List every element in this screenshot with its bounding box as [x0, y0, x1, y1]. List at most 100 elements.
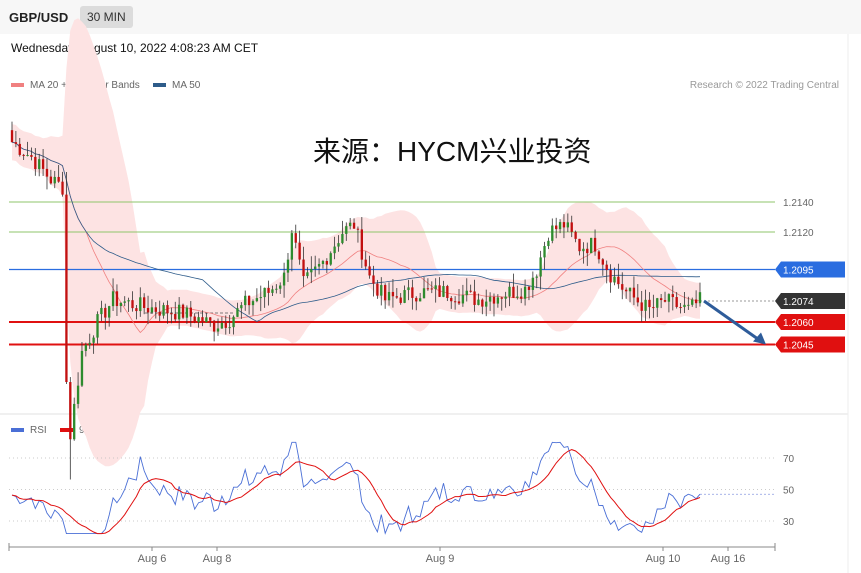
candle-body	[430, 288, 433, 290]
x-tick-label-0: Aug 6	[138, 553, 167, 565]
candle-body	[193, 316, 196, 323]
candle-body	[341, 233, 344, 244]
candle-body	[259, 297, 262, 299]
candle	[212, 319, 216, 342]
candle-body	[57, 176, 60, 182]
candle-body	[407, 287, 410, 291]
candle-body	[115, 291, 119, 307]
candle-body	[488, 296, 492, 302]
candle-body	[69, 382, 72, 440]
candle-body	[53, 176, 56, 184]
candle-body	[127, 300, 130, 302]
candle-body	[555, 225, 558, 230]
candle-body	[380, 285, 383, 296]
candle-body	[197, 317, 200, 323]
candle-body	[675, 297, 678, 308]
candle-body	[310, 269, 313, 273]
candle-body	[562, 222, 566, 228]
candle-body	[104, 307, 107, 318]
candle-body	[644, 299, 647, 311]
level-tag-text-2: 1.2095	[783, 266, 814, 277]
candle-body	[96, 314, 99, 338]
watermark-text: 来源：HYCM兴业投资	[313, 136, 592, 167]
candle-body	[73, 403, 76, 440]
candle-body	[372, 275, 375, 284]
candle-body	[65, 194, 68, 383]
forecast-arrow-shaft	[703, 299, 761, 342]
candle-body	[691, 299, 694, 305]
price-chart: 1.2140 1.2120 1.2095 1.2074 1.2060 1.2045 70 50…	[0, 18, 849, 573]
candle-body	[10, 130, 14, 143]
candle-body	[154, 307, 157, 312]
candle-body	[558, 222, 562, 230]
candle-body	[543, 246, 546, 258]
level-label-1: 1.2120	[783, 228, 814, 239]
candle-body	[387, 291, 391, 301]
candle-body	[150, 307, 154, 313]
candle-body	[162, 305, 165, 316]
candle-body	[457, 301, 461, 304]
candle-body	[531, 277, 535, 290]
candle-body	[166, 305, 169, 314]
candle-body	[263, 287, 266, 298]
level-label-0: 1.2140	[783, 198, 814, 209]
candle-body	[640, 302, 643, 311]
candle-body	[88, 342, 91, 345]
candle-body	[61, 181, 64, 195]
candle-body	[465, 290, 468, 296]
candle-body	[306, 272, 309, 277]
rsi-tick-0: 70	[783, 454, 795, 465]
candle-body	[520, 296, 523, 299]
candle-body	[578, 238, 581, 252]
candle-body	[123, 301, 126, 303]
candle-body	[426, 288, 430, 290]
candle-body	[547, 240, 550, 247]
candle-body	[663, 300, 667, 302]
candle-body	[158, 311, 161, 316]
candle	[181, 303, 185, 320]
x-tick-label-2: Aug 9	[426, 553, 455, 565]
candle	[69, 377, 72, 480]
candle-body	[609, 270, 612, 283]
candle-body	[131, 300, 134, 309]
candle-body	[18, 143, 21, 155]
candle-body	[244, 295, 247, 306]
candle-body	[267, 287, 270, 293]
candle-body	[694, 299, 698, 304]
candle	[547, 237, 550, 250]
candle-body	[636, 297, 639, 303]
candle-body	[683, 304, 686, 308]
level-tag-2: 1.2095	[775, 261, 845, 278]
candle-body	[508, 286, 511, 297]
candle-body	[247, 295, 251, 306]
candle-body	[624, 289, 628, 292]
candle-body	[617, 276, 620, 285]
candle-body	[251, 301, 255, 306]
candle-body	[551, 225, 554, 241]
candle-body	[220, 322, 224, 329]
candle-body	[422, 288, 426, 299]
candle-body	[333, 246, 336, 254]
candle-body	[605, 264, 608, 271]
candle-body	[395, 296, 398, 298]
candle-body	[337, 243, 340, 247]
bollinger-band	[12, 18, 700, 467]
candle-body	[30, 155, 33, 157]
candle-body	[648, 299, 651, 308]
candle-body	[516, 296, 519, 298]
candle-body	[349, 222, 352, 227]
candle-body	[100, 307, 103, 315]
candle-body	[485, 301, 488, 307]
candle-body	[434, 285, 437, 290]
candle-body	[566, 222, 570, 228]
candle-body	[453, 301, 457, 303]
candle	[73, 397, 76, 441]
candle-body	[294, 233, 297, 243]
candle-body	[356, 228, 360, 230]
candle	[551, 218, 554, 244]
candle-body	[290, 233, 294, 260]
candle-body	[314, 266, 317, 270]
candle-body	[597, 251, 601, 260]
candle-body	[209, 317, 212, 321]
level-tag-3: 1.2074	[775, 293, 845, 309]
